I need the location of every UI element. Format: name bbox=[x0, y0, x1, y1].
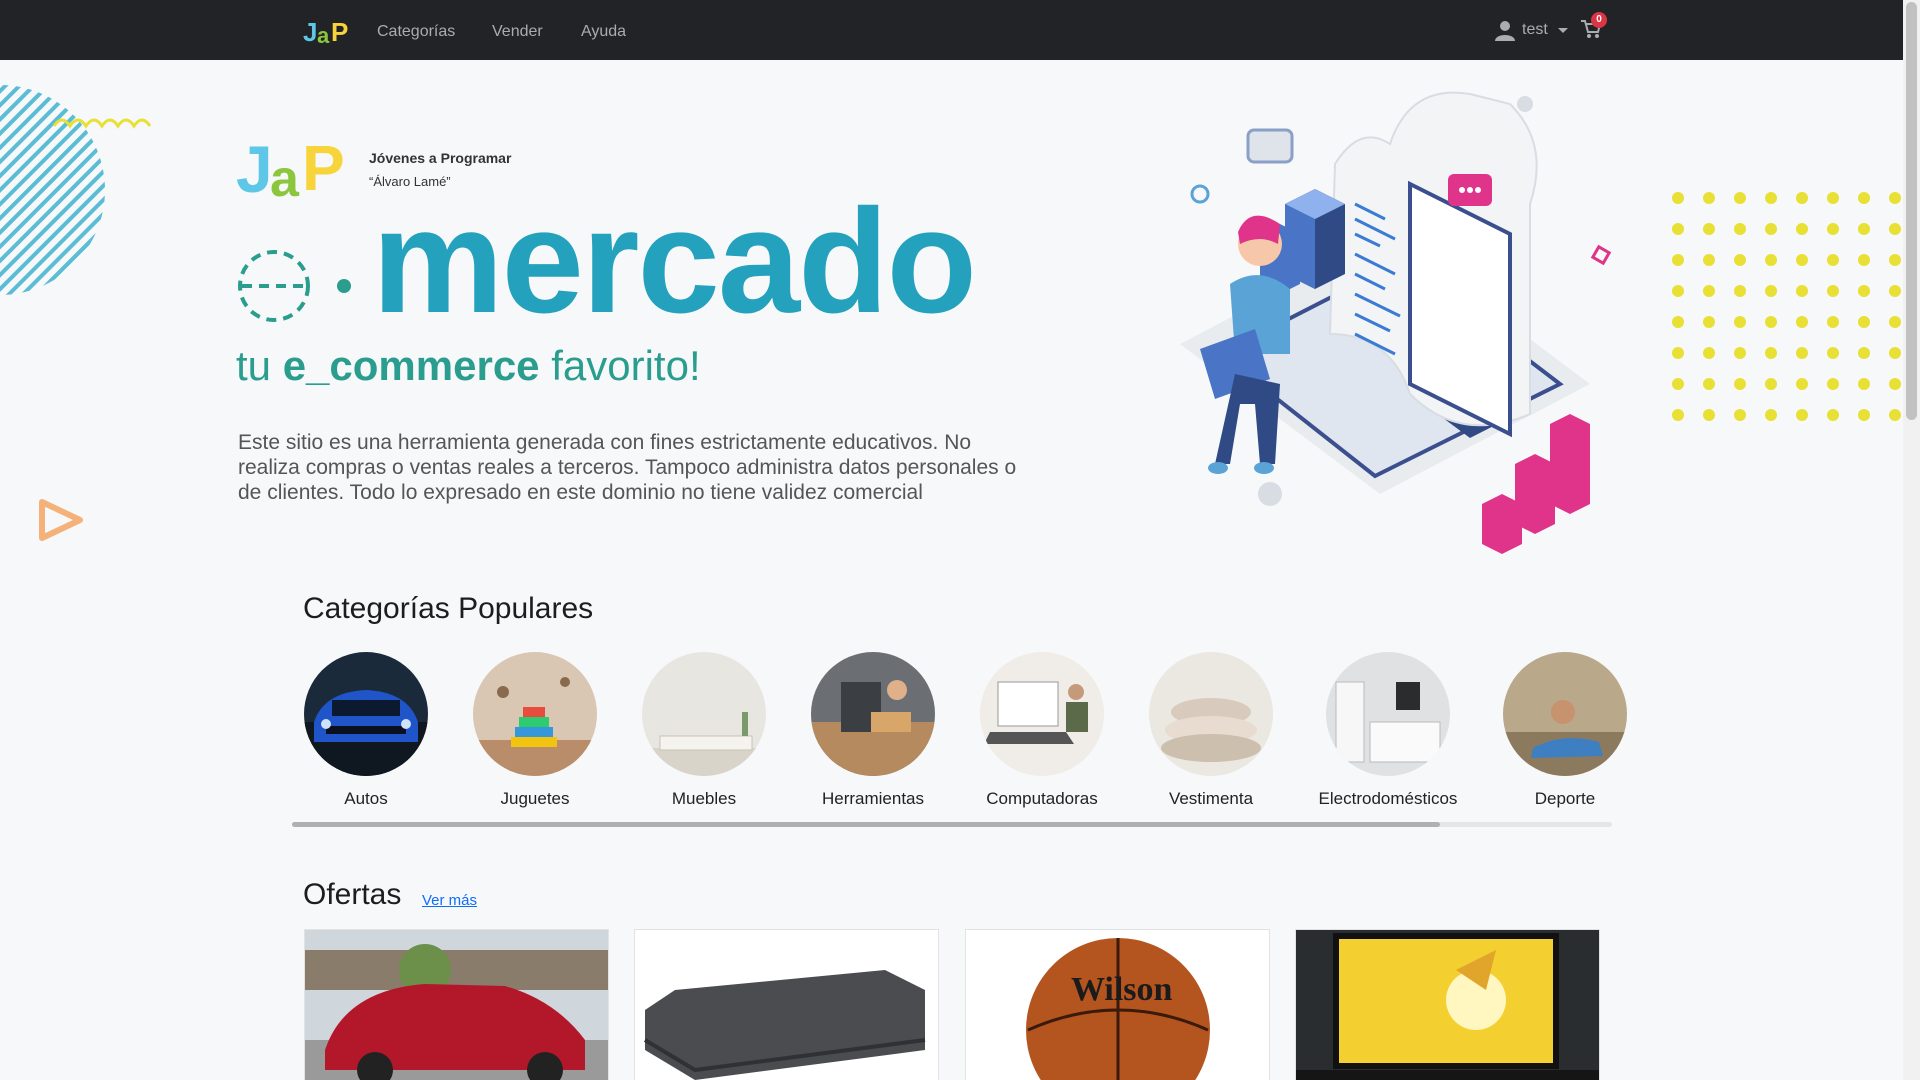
nav-link-ayuda[interactable]: Ayuda bbox=[581, 0, 626, 60]
category-vestimenta[interactable]: Vestimenta bbox=[1126, 652, 1296, 809]
svg-text:J: J bbox=[236, 132, 273, 202]
svg-text:P: P bbox=[331, 17, 348, 46]
disclaimer-text: Este sitio es una herramienta generada c… bbox=[238, 431, 1017, 504]
offer-card[interactable] bbox=[304, 929, 609, 1080]
developer-laptop-illustration bbox=[1180, 91, 1612, 554]
monitor-offer-image bbox=[1296, 930, 1599, 1080]
category-electrodomesticos[interactable]: Electrodomésticos bbox=[1303, 652, 1473, 809]
user-icon bbox=[1495, 21, 1515, 41]
tagline-bold: e_commerce bbox=[282, 342, 540, 389]
user-menu-dropdown[interactable]: test bbox=[1494, 0, 1568, 60]
category-deporte[interactable]: Deporte bbox=[1480, 652, 1650, 809]
jap-logo-large-icon: J a P bbox=[236, 132, 345, 202]
category-label: Electrodomésticos bbox=[1318, 789, 1458, 808]
deporte-image bbox=[1503, 652, 1627, 776]
category-label: Herramientas bbox=[821, 789, 925, 808]
muebles-image bbox=[642, 652, 766, 776]
categories-scroll-thumb[interactable] bbox=[292, 822, 1440, 827]
svg-text:a: a bbox=[270, 150, 300, 202]
herramientas-image bbox=[811, 652, 935, 776]
tagline: tu e_commerce favorito! bbox=[236, 342, 701, 390]
category-herramientas[interactable]: Herramientas bbox=[788, 652, 958, 809]
nav-link-vender[interactable]: Vender bbox=[492, 0, 543, 60]
org-name: Jóvenes a Programar bbox=[369, 150, 512, 166]
svg-text:P: P bbox=[302, 132, 345, 202]
tagline-prefix: tu bbox=[236, 342, 283, 389]
car-offer-image bbox=[305, 930, 608, 1080]
category-computadoras[interactable]: Computadoras bbox=[957, 652, 1127, 809]
top-navbar: J a P Categorías Vender Ayuda test 0 bbox=[0, 0, 1920, 60]
user-name: test bbox=[1522, 21, 1548, 38]
svg-text:Wilson: Wilson bbox=[1071, 971, 1173, 1008]
offer-card[interactable] bbox=[634, 929, 939, 1080]
jap-logo-icon[interactable]: J a P bbox=[303, 16, 355, 46]
vestimenta-image bbox=[1149, 652, 1273, 776]
zigzag-decoration bbox=[52, 118, 152, 129]
category-muebles[interactable]: Muebles bbox=[619, 652, 789, 809]
category-label: Juguetes bbox=[500, 789, 570, 808]
category-label: Computadoras bbox=[986, 789, 1098, 808]
chevron-down-icon bbox=[1557, 27, 1568, 33]
e-brand-mark-icon bbox=[238, 250, 351, 322]
brand-wordmark: mercado bbox=[372, 179, 977, 344]
category-label: Muebles bbox=[671, 789, 737, 808]
electrodomesticos-image bbox=[1326, 652, 1450, 776]
juguetes-image bbox=[473, 652, 597, 776]
basketball-offer-image: Wilson bbox=[966, 930, 1269, 1080]
triangle-decoration bbox=[39, 499, 83, 541]
svg-text:a: a bbox=[317, 23, 330, 46]
category-autos[interactable]: Autos bbox=[281, 652, 451, 809]
category-juguetes[interactable]: Juguetes bbox=[450, 652, 620, 809]
page-scrollbar[interactable] bbox=[1903, 0, 1920, 1080]
sofa-offer-image bbox=[635, 930, 938, 1080]
category-label: Autos bbox=[344, 789, 388, 808]
category-label: Deporte bbox=[1534, 789, 1596, 808]
offers-title: Ofertas bbox=[303, 878, 402, 911]
dot-grid-decoration bbox=[1672, 192, 1901, 421]
tagline-suffix: favorito! bbox=[539, 342, 701, 389]
category-label: Vestimenta bbox=[1168, 789, 1254, 808]
cart-count-badge: 0 bbox=[1591, 12, 1607, 28]
computadoras-image bbox=[980, 652, 1104, 776]
svg-text:J: J bbox=[303, 17, 317, 46]
ver-mas-link[interactable]: Ver más bbox=[422, 892, 477, 909]
autos-image bbox=[304, 652, 428, 776]
offer-card[interactable] bbox=[1295, 929, 1600, 1080]
nav-link-categorias[interactable]: Categorías bbox=[377, 0, 455, 60]
offer-card[interactable]: Wilson bbox=[965, 929, 1270, 1080]
popular-categories-title: Categorías Populares bbox=[303, 592, 594, 625]
